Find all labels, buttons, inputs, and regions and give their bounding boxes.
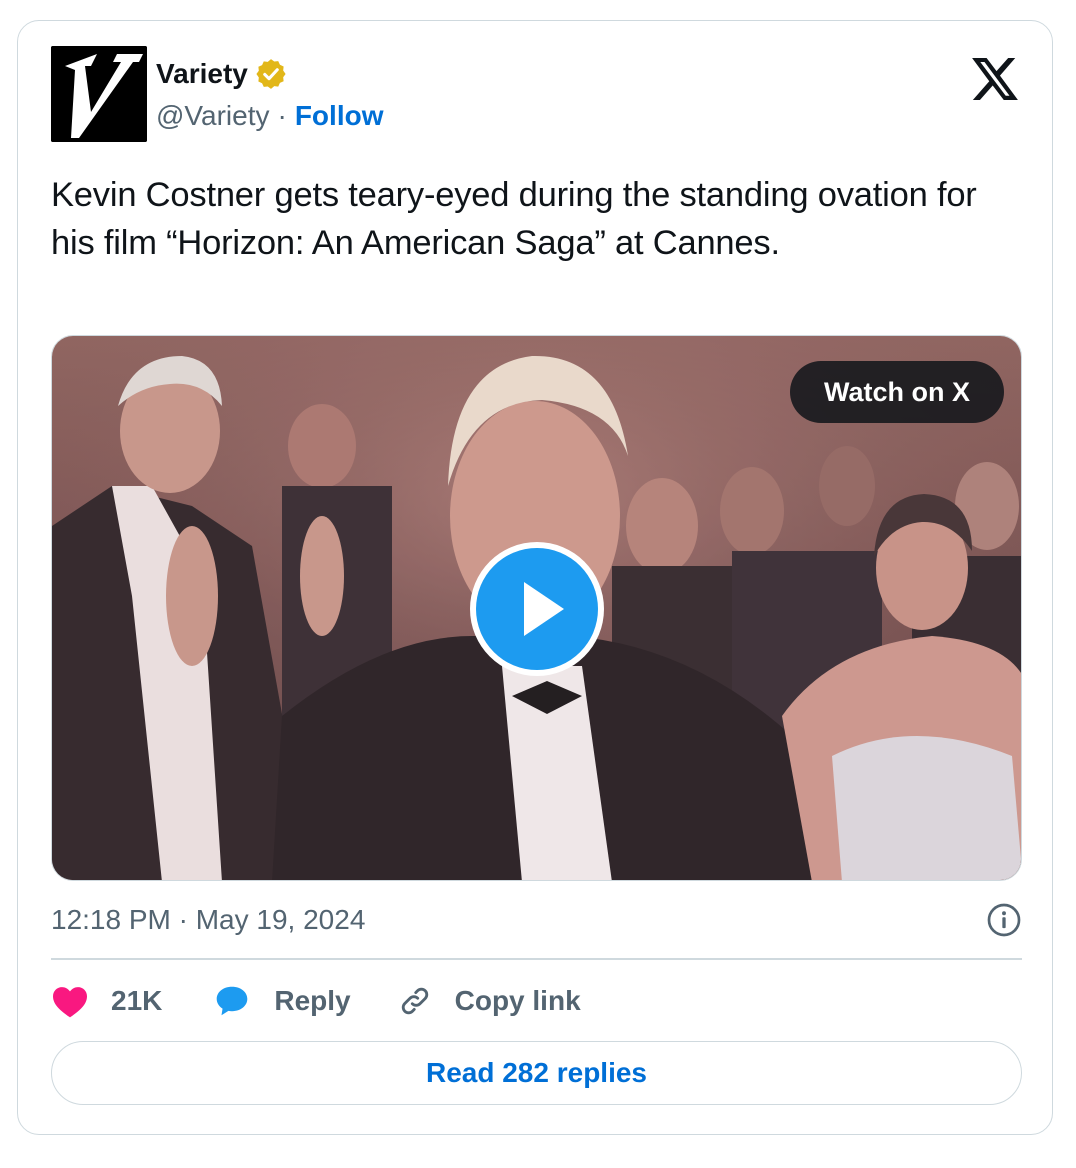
verified-badge-icon: [256, 59, 286, 89]
read-replies-button[interactable]: Read 282 replies: [51, 1041, 1022, 1105]
copy-link-label: Copy link: [454, 985, 581, 1016]
play-button[interactable]: [470, 542, 604, 676]
separator-dot: ·: [277, 100, 287, 131]
variety-logo-icon: [51, 46, 147, 142]
avatar[interactable]: [51, 46, 147, 142]
divider: [51, 958, 1022, 960]
author-handle-row: @Variety · Follow: [156, 97, 383, 135]
tweet-card: Variety @Variety · Follow Kevin Costner …: [17, 20, 1053, 1135]
action-bar: 21K Reply Copy link: [51, 979, 581, 1023]
link-icon: [401, 987, 428, 1015]
author-handle[interactable]: @Variety: [156, 100, 270, 132]
info-icon[interactable]: [986, 902, 1022, 938]
video-player[interactable]: Watch on X: [51, 335, 1022, 881]
copy-link-button[interactable]: Copy link: [397, 983, 581, 1019]
timestamp[interactable]: 12:18 PM · May 19, 2024: [51, 904, 365, 936]
x-logo-icon[interactable]: [972, 58, 1018, 100]
reply-label: Reply: [274, 985, 351, 1016]
tweet-text: Kevin Costner gets teary-eyed during the…: [51, 176, 977, 262]
speech-bubble-icon: [217, 986, 248, 1016]
play-button-circle: [476, 548, 598, 670]
watch-on-x-button[interactable]: Watch on X: [790, 361, 1004, 423]
play-icon: [524, 582, 564, 636]
reply-button[interactable]: Reply: [214, 983, 351, 1019]
author-name[interactable]: Variety: [156, 58, 248, 90]
like-button[interactable]: 21K: [51, 984, 162, 1018]
heart-icon: [53, 987, 87, 1018]
timestamp-row: 12:18 PM · May 19, 2024: [51, 899, 1022, 941]
follow-button[interactable]: Follow: [295, 100, 384, 132]
like-count: 21K: [111, 985, 163, 1016]
author-name-row: Variety: [156, 56, 288, 92]
